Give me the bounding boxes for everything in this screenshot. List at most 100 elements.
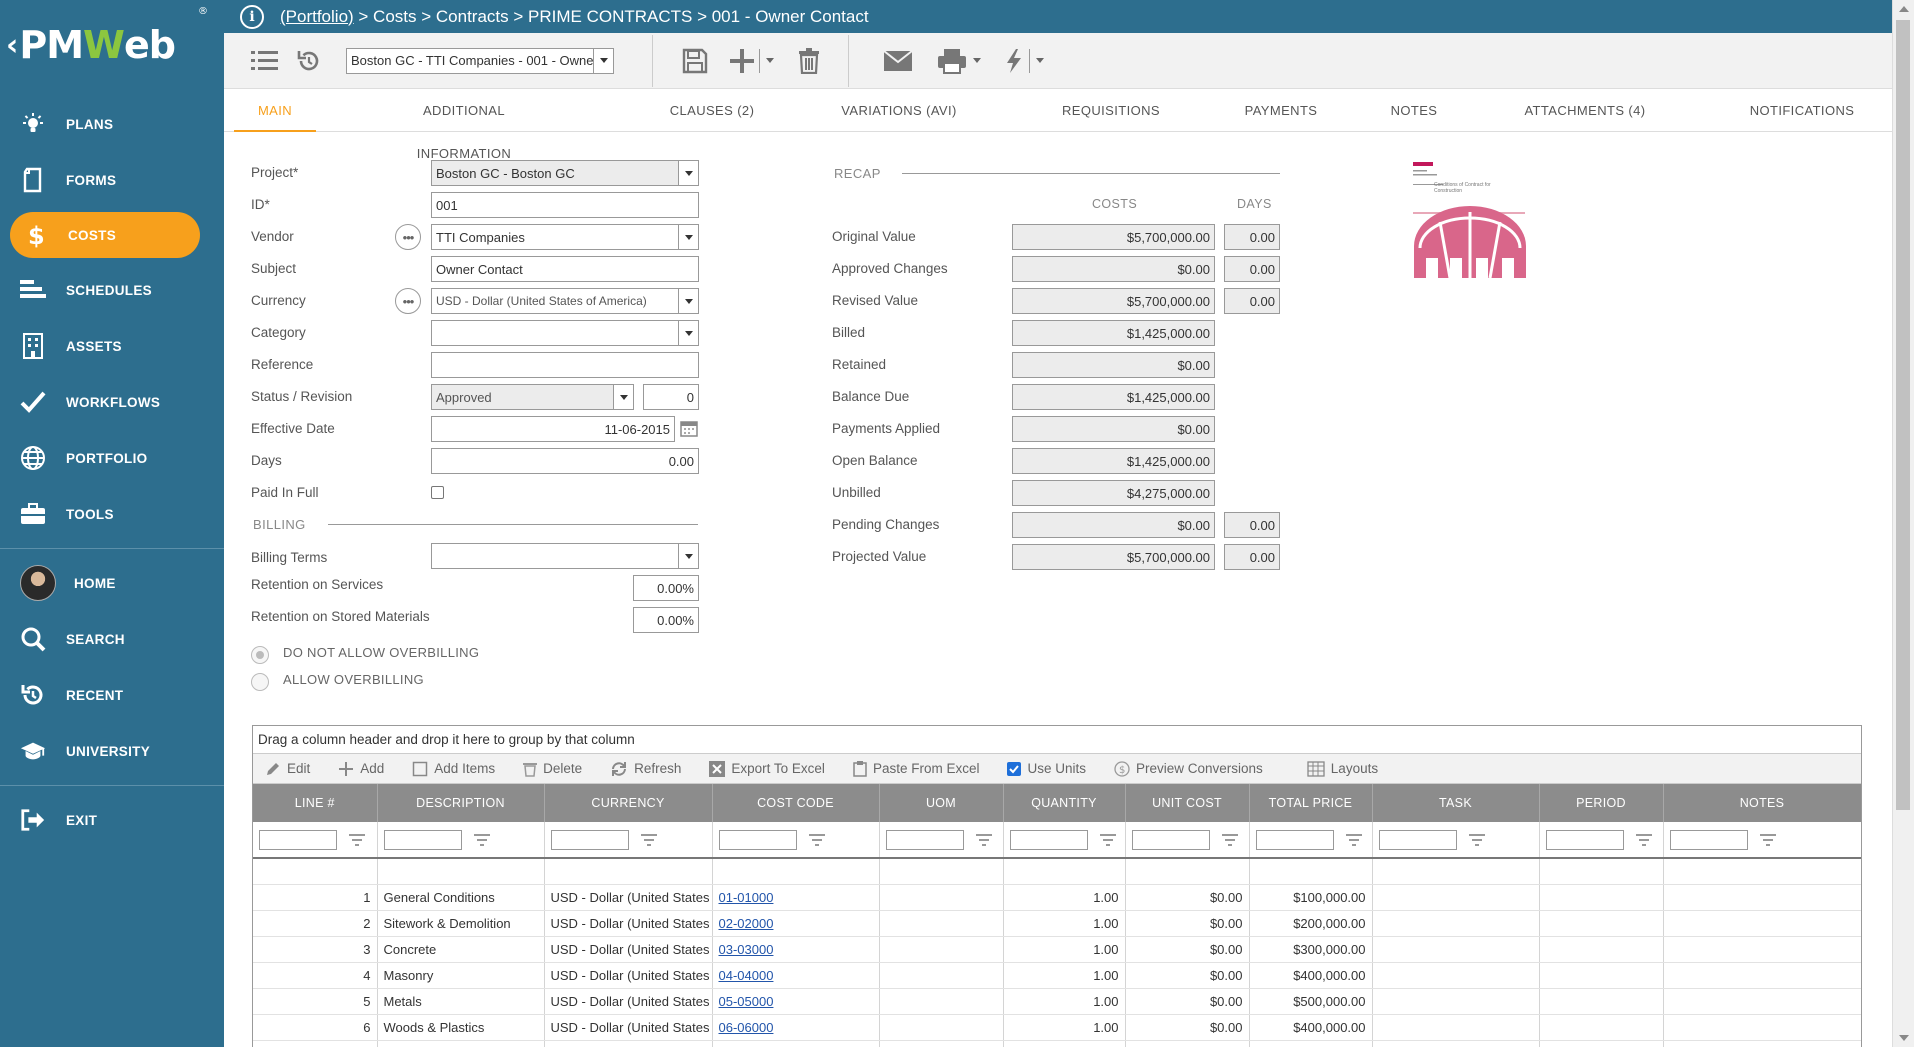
allow-overbilling-radio[interactable] xyxy=(251,673,269,691)
table-row[interactable]: 1 General Conditions USD - Dollar (United … xyxy=(253,884,1861,911)
breadcrumb-portfolio-link[interactable]: (Portfolio) xyxy=(280,7,354,27)
grid-add-items-button[interactable]: Add Items xyxy=(412,761,495,777)
nav-forms[interactable]: FORMS xyxy=(0,152,224,208)
nav-assets[interactable]: ASSETS xyxy=(0,318,224,374)
retention-materials-input[interactable]: 0.00% xyxy=(633,607,699,633)
attachment-thumbnail[interactable]: Conditions of Contract for Construction xyxy=(1410,160,1530,284)
column-header[interactable]: TOTAL PRICE xyxy=(1249,784,1373,822)
nav-recent[interactable]: RECENT xyxy=(0,667,224,723)
cost-code-link[interactable]: 01-01000 xyxy=(712,884,880,911)
effective-date-input[interactable]: 11-06-2015 xyxy=(431,416,675,442)
column-header[interactable]: UNIT COST xyxy=(1125,784,1250,822)
nav-plans[interactable]: PLANS xyxy=(0,96,224,152)
paid-in-full-checkbox[interactable] xyxy=(431,486,444,499)
filter-icon[interactable] xyxy=(1635,833,1652,846)
nav-tools[interactable]: TOOLS xyxy=(0,486,224,542)
tab-attachments[interactable]: ATTACHMENTS (4) xyxy=(1520,89,1650,132)
cost-code-link[interactable]: 07-07000 xyxy=(712,1040,880,1047)
column-header[interactable]: PERIOD xyxy=(1539,784,1664,822)
filter-icon[interactable] xyxy=(1221,833,1238,846)
save-button[interactable] xyxy=(675,41,715,81)
column-filter-input[interactable] xyxy=(259,829,337,850)
cost-code-link[interactable]: 03-03000 xyxy=(712,936,880,963)
days-input[interactable]: 0.00 xyxy=(431,448,699,474)
table-row[interactable]: 5MetalsUSD - Dollar (United States of Am… xyxy=(253,988,1861,1015)
vendor-select[interactable]: TTI Companies xyxy=(431,224,699,250)
table-row[interactable]: 7Thermal & MoistureUSD - Dollar (United … xyxy=(253,1040,1861,1047)
grid-use-units-toggle[interactable]: Use Units xyxy=(1007,761,1086,776)
retention-services-input[interactable]: 0.00% xyxy=(633,575,699,601)
nav-exit[interactable]: EXIT xyxy=(0,792,224,848)
filter-icon[interactable] xyxy=(349,833,365,846)
nav-search[interactable]: SEARCH xyxy=(0,611,224,667)
table-row[interactable]: 4MasonryUSD - Dollar (United States of A… xyxy=(253,962,1861,989)
tab-variations[interactable]: VARIATIONS (AVI) xyxy=(834,89,964,132)
column-filter-input[interactable] xyxy=(1669,829,1748,850)
no-overbilling-radio[interactable] xyxy=(251,646,269,664)
column-filter-input[interactable] xyxy=(718,829,797,850)
tab-additional-information[interactable]: ADDITIONAL INFORMATION xyxy=(384,89,544,161)
column-filter-input[interactable] xyxy=(1545,829,1624,850)
column-header[interactable]: UOM xyxy=(879,784,1004,822)
info-icon[interactable]: i xyxy=(240,4,264,29)
page-scrollbar[interactable] xyxy=(1892,0,1914,1047)
column-filter-input[interactable] xyxy=(1255,829,1334,850)
delete-button[interactable] xyxy=(794,41,824,81)
revision-input[interactable]: 0 xyxy=(643,384,699,410)
add-button[interactable] xyxy=(729,41,774,81)
table-row[interactable]: 3ConcreteUSD - Dollar (United States of … xyxy=(253,936,1861,963)
column-filter-input[interactable] xyxy=(383,829,462,850)
nav-portfolio[interactable]: PORTFOLIO xyxy=(0,430,224,486)
billing-terms-select[interactable] xyxy=(431,543,699,569)
currency-select[interactable]: USD - Dollar (United States of America) xyxy=(431,288,699,314)
grid-preview-button[interactable]: $ Preview Conversions xyxy=(1114,760,1263,777)
column-header[interactable]: DESCRIPTION xyxy=(377,784,545,822)
id-input[interactable]: 001 xyxy=(431,192,699,218)
column-header[interactable]: COST CODE xyxy=(712,784,880,822)
list-view-button[interactable] xyxy=(250,41,280,81)
tab-notifications[interactable]: NOTIFICATIONS xyxy=(1742,89,1862,132)
subject-input[interactable]: Owner Contact xyxy=(431,256,699,282)
grid-add-button[interactable]: Add xyxy=(338,761,384,777)
column-filter-input[interactable] xyxy=(1378,829,1457,850)
scroll-down-arrow[interactable] xyxy=(1899,1035,1909,1041)
filter-icon[interactable] xyxy=(473,833,490,846)
pmweb-logo[interactable]: ‹ PM W eb ® xyxy=(0,0,224,90)
column-filter-input[interactable] xyxy=(885,829,964,850)
nav-home[interactable]: HOME xyxy=(0,555,224,611)
tab-requisitions[interactable]: REQUISITIONS xyxy=(1056,89,1166,132)
tab-payments[interactable]: PAYMENTS xyxy=(1236,89,1326,132)
grid-delete-button[interactable]: Delete xyxy=(523,761,582,777)
calendar-icon[interactable] xyxy=(680,419,698,437)
nav-workflows[interactable]: WORKFLOWS xyxy=(0,374,224,430)
filter-icon[interactable] xyxy=(975,833,992,846)
grid-edit-button[interactable]: Edit xyxy=(265,761,310,777)
history-button[interactable] xyxy=(294,41,324,81)
filter-icon[interactable] xyxy=(808,833,825,846)
cost-code-link[interactable]: 06-06000 xyxy=(712,1014,880,1041)
filter-icon[interactable] xyxy=(1099,833,1116,846)
tab-notes[interactable]: NOTES xyxy=(1384,89,1444,132)
actions-button[interactable] xyxy=(1005,41,1044,81)
grid-paste-button[interactable]: Paste From Excel xyxy=(853,760,979,777)
table-row[interactable]: 2 Sitework & Demolition USD - Dollar (Unit… xyxy=(253,910,1861,937)
grid-refresh-button[interactable]: Refresh xyxy=(610,761,681,777)
project-select[interactable]: Boston GC - Boston GC xyxy=(431,160,699,186)
table-row[interactable]: 6 Woods & Plastics USD - Dollar (United St… xyxy=(253,1014,1861,1041)
column-filter-input[interactable] xyxy=(1009,829,1088,850)
category-select[interactable] xyxy=(431,320,699,346)
filter-icon[interactable] xyxy=(640,833,657,846)
reference-input[interactable] xyxy=(431,352,699,378)
print-button[interactable] xyxy=(937,41,981,81)
email-button[interactable] xyxy=(881,41,915,81)
currency-more-button[interactable]: ••• xyxy=(395,288,421,314)
column-header[interactable]: TASK xyxy=(1372,784,1540,822)
column-header[interactable]: QUANTITY xyxy=(1003,784,1126,822)
filter-icon[interactable] xyxy=(1468,833,1485,846)
grid-export-button[interactable]: Export To Excel xyxy=(709,760,825,777)
nav-costs[interactable]: $ COSTS xyxy=(10,212,200,258)
scroll-up-arrow[interactable] xyxy=(1899,6,1909,12)
grid-layouts-button[interactable]: Layouts xyxy=(1307,760,1378,777)
column-header[interactable]: LINE # xyxy=(253,784,378,822)
record-select[interactable]: Boston GC - TTI Companies - 001 - Owner … xyxy=(346,47,614,74)
